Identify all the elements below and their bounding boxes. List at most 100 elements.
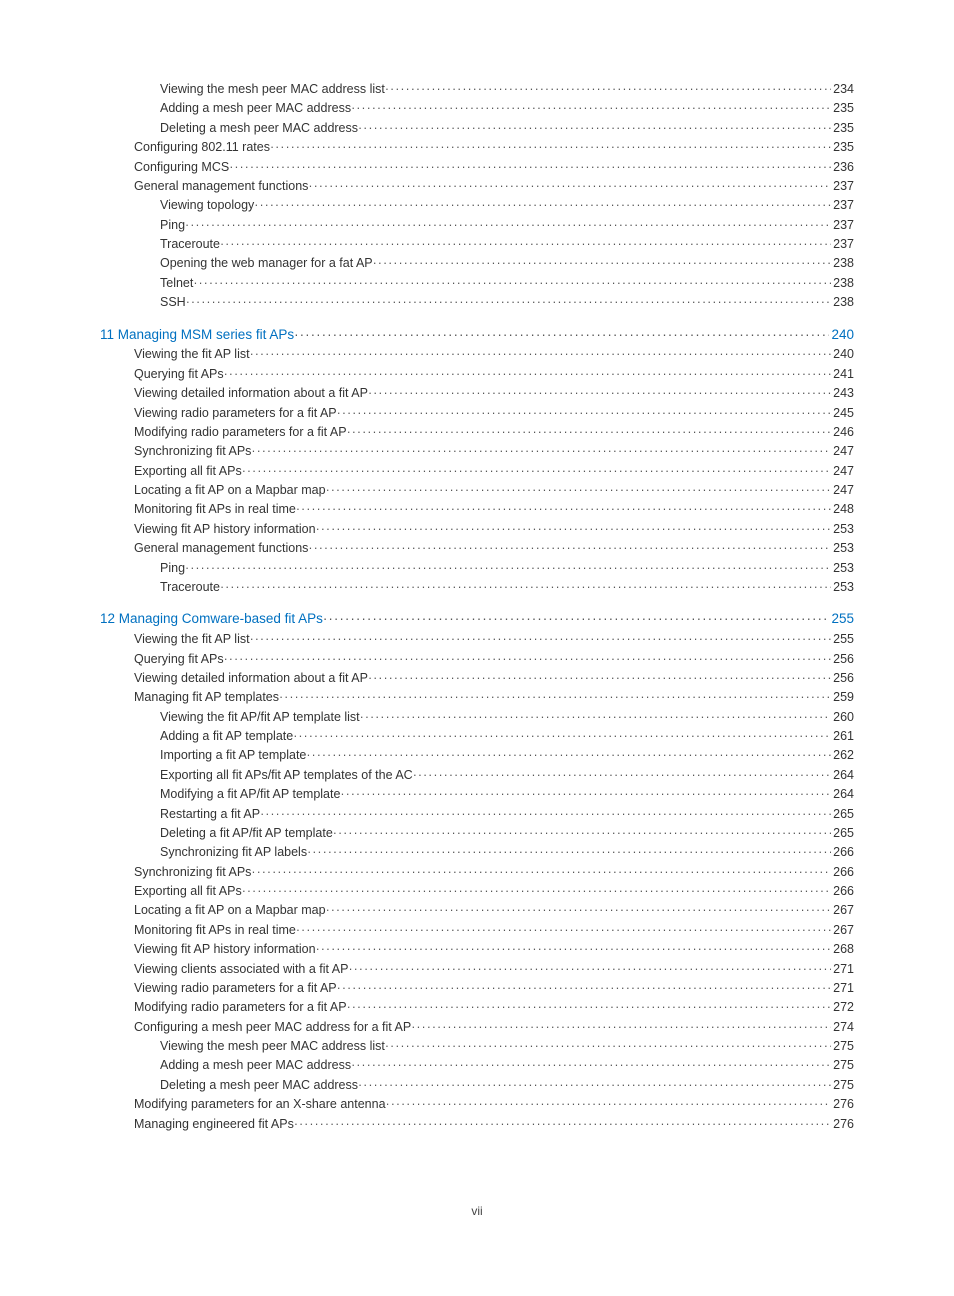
toc-entry-page: 262	[831, 746, 854, 765]
toc-leader-dots	[368, 384, 831, 403]
toc-entry: Monitoring fit APs in real time 248	[100, 500, 854, 519]
toc-entry-page: 243	[831, 384, 854, 403]
toc-leader-dots	[385, 80, 831, 99]
toc-leader-dots	[294, 325, 829, 346]
toc-entry-title: Traceroute	[160, 235, 220, 254]
toc-leader-dots	[242, 462, 831, 481]
toc-leader-dots	[333, 824, 831, 843]
toc-entry-page[interactable]: 240	[829, 325, 854, 346]
toc-entry-title: Configuring 802.11 rates	[134, 138, 270, 157]
toc-leader-dots	[250, 345, 832, 364]
toc-entry: Synchronizing fit AP labels 266	[100, 843, 854, 862]
toc-entry-title: Viewing the mesh peer MAC address list	[160, 1037, 385, 1056]
toc-leader-dots	[193, 274, 831, 293]
toc-entry: Viewing radio parameters for a fit AP 24…	[100, 404, 854, 423]
toc-entry: Viewing the fit AP list 240	[100, 345, 854, 364]
toc-entry-page: 265	[831, 824, 854, 843]
toc-entry-page: 272	[831, 998, 854, 1017]
toc-entry: Modifying radio parameters for a fit AP …	[100, 423, 854, 442]
toc-entry-page: 267	[831, 921, 854, 940]
toc-entry-title: Deleting a fit AP/fit AP template	[160, 824, 333, 843]
toc-entry-title[interactable]: 11 Managing MSM series fit APs	[100, 325, 294, 346]
toc-entry-title: Exporting all fit APs	[134, 462, 242, 481]
toc-entry-title: Viewing the fit AP list	[134, 345, 250, 364]
toc-entry-page: 256	[831, 650, 854, 669]
toc-block: 11 Managing MSM series fit APs 240Viewin…	[100, 325, 854, 598]
toc-entry-title: Opening the web manager for a fat AP	[160, 254, 373, 273]
toc-entry: Traceroute 237	[100, 235, 854, 254]
toc-entry-title: Telnet	[160, 274, 193, 293]
toc-entry-page[interactable]: 255	[829, 609, 854, 630]
toc-block: Viewing the mesh peer MAC address list 2…	[100, 80, 854, 313]
toc-entry-page: 235	[831, 119, 854, 138]
toc-entry-title: SSH	[160, 293, 186, 312]
toc-entry: Deleting a mesh peer MAC address 235	[100, 119, 854, 138]
toc-entry-title: Managing fit AP templates	[134, 688, 279, 707]
toc-entry-title: Traceroute	[160, 578, 220, 597]
toc-entry-page: 268	[831, 940, 854, 959]
toc-leader-dots	[308, 539, 831, 558]
toc-entry-page: 248	[831, 500, 854, 519]
toc-entry-page: 271	[831, 960, 854, 979]
toc-entry-page: 255	[831, 630, 854, 649]
toc-entry-page: 266	[831, 863, 854, 882]
toc-entry: Configuring a mesh peer MAC address for …	[100, 1018, 854, 1037]
toc-leader-dots	[242, 882, 831, 901]
toc-leader-dots	[411, 1018, 831, 1037]
toc-entry-page: 241	[831, 365, 854, 384]
toc-entry: Viewing the mesh peer MAC address list 2…	[100, 80, 854, 99]
toc-entry-title: Viewing clients associated with a fit AP	[134, 960, 348, 979]
toc-entry: Modifying radio parameters for a fit AP …	[100, 998, 854, 1017]
toc-leader-dots	[296, 921, 831, 940]
toc-entry: Viewing the fit AP/fit AP template list …	[100, 708, 854, 727]
toc-entry: Managing fit AP templates 259	[100, 688, 854, 707]
toc-entry[interactable]: 12 Managing Comware-based fit APs 255	[100, 609, 854, 630]
toc-entry-title: Synchronizing fit APs	[134, 442, 251, 461]
toc-leader-dots	[337, 404, 831, 423]
toc-entry-title: Configuring a mesh peer MAC address for …	[134, 1018, 411, 1037]
toc-entry-page: 237	[831, 196, 854, 215]
toc-entry: Synchronizing fit APs 266	[100, 863, 854, 882]
toc-entry-title: General management functions	[134, 539, 308, 558]
toc-leader-dots	[326, 481, 832, 500]
toc-leader-dots	[229, 158, 831, 177]
toc-entry-page: 234	[831, 80, 854, 99]
toc-leader-dots	[358, 1076, 831, 1095]
toc-leader-dots	[270, 138, 831, 157]
page-footer-number: vii	[100, 1204, 854, 1218]
toc-leader-dots	[308, 177, 831, 196]
toc-entry-page: 253	[831, 578, 854, 597]
toc-entry-title: Viewing the fit AP list	[134, 630, 250, 649]
toc-entry: Adding a mesh peer MAC address 275	[100, 1056, 854, 1075]
toc-leader-dots	[351, 99, 831, 118]
toc-leader-dots	[220, 578, 831, 597]
toc-entry: Modifying parameters for an X-share ante…	[100, 1095, 854, 1114]
toc-entry-title: Viewing the mesh peer MAC address list	[160, 80, 385, 99]
toc-entry-page: 238	[831, 293, 854, 312]
toc-entry-title: Viewing radio parameters for a fit AP	[134, 404, 337, 423]
toc-entry: Locating a fit AP on a Mapbar map 247	[100, 481, 854, 500]
toc-entry: Querying fit APs 256	[100, 650, 854, 669]
toc-entry: Ping 237	[100, 216, 854, 235]
toc-entry: Viewing clients associated with a fit AP…	[100, 960, 854, 979]
toc-entry-page: 238	[831, 274, 854, 293]
toc-entry-page: 276	[831, 1115, 854, 1134]
toc-entry-page: 245	[831, 404, 854, 423]
toc-entry: Viewing fit AP history information 268	[100, 940, 854, 959]
toc-entry[interactable]: 11 Managing MSM series fit APs 240	[100, 325, 854, 346]
toc-leader-dots	[224, 365, 832, 384]
toc-entry-title[interactable]: 12 Managing Comware-based fit APs	[100, 609, 323, 630]
toc-leader-dots	[373, 254, 832, 273]
toc-entry: Traceroute 253	[100, 578, 854, 597]
toc-entry-page: 235	[831, 99, 854, 118]
toc-leader-dots	[347, 423, 832, 442]
toc-entry-page: 274	[831, 1018, 854, 1037]
toc-entry-page: 240	[831, 345, 854, 364]
toc-entry-page: 253	[831, 520, 854, 539]
toc-entry-page: 265	[831, 805, 854, 824]
toc-leader-dots	[347, 998, 832, 1017]
toc-entry-title: Modifying a fit AP/fit AP template	[160, 785, 340, 804]
toc-entry-page: 237	[831, 216, 854, 235]
toc-entry-page: 261	[831, 727, 854, 746]
toc-entry-title: Synchronizing fit AP labels	[160, 843, 307, 862]
